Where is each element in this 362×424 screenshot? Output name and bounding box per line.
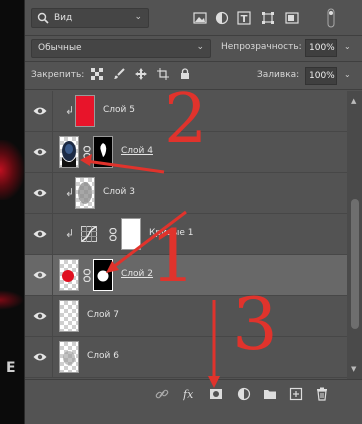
link-icon[interactable] bbox=[83, 146, 91, 159]
layer-row[interactable]: Слой 7 bbox=[25, 296, 347, 337]
type-filter-icon[interactable]: T bbox=[237, 11, 251, 25]
annotation-number-3: 3 bbox=[232, 282, 278, 366]
filter-kind-label: Вид bbox=[54, 13, 73, 23]
layer-thumbnail bbox=[75, 177, 95, 209]
link-icon[interactable] bbox=[83, 269, 91, 282]
layer-name: Слой 7 bbox=[87, 310, 119, 320]
scroll-down-icon[interactable]: ▼ bbox=[351, 365, 356, 373]
lock-move-icon[interactable] bbox=[135, 68, 147, 80]
eye-icon bbox=[33, 353, 47, 361]
layer-thumbnail bbox=[59, 136, 79, 168]
opacity-dropdown-icon[interactable]: ⌄ bbox=[344, 42, 351, 51]
fill-label: Заливка: bbox=[257, 70, 300, 80]
lock-label: Закрепить: bbox=[31, 70, 85, 80]
lock-all-icon[interactable] bbox=[179, 68, 191, 80]
layer-thumbnail bbox=[59, 300, 79, 332]
layer-thumbnail bbox=[75, 95, 95, 127]
scrollbar-thumb[interactable] bbox=[351, 199, 359, 329]
visibility-toggle[interactable] bbox=[25, 91, 53, 132]
layer-mask-thumbnail[interactable] bbox=[93, 259, 113, 291]
eye-icon bbox=[33, 230, 47, 238]
visibility-toggle[interactable] bbox=[25, 337, 53, 378]
layer-name: Слой 3 bbox=[103, 187, 135, 197]
layer-name: Слой 6 bbox=[87, 351, 119, 361]
adjustment-filter-icon[interactable] bbox=[215, 11, 229, 25]
fx-icon[interactable]: fx bbox=[183, 387, 197, 401]
opacity-label: Непрозрачность: bbox=[221, 42, 302, 52]
eye-icon bbox=[33, 189, 47, 197]
filter-kind-select[interactable]: Вид ⌄ bbox=[31, 8, 149, 28]
link-icon[interactable] bbox=[109, 228, 117, 241]
layer-mask-thumbnail[interactable] bbox=[93, 136, 113, 168]
layers-panel: Вид ⌄ T Обычные ⌄ Непрозрачность: 100% ⌄… bbox=[24, 0, 362, 424]
canvas-red-glow-2 bbox=[0, 290, 24, 310]
layer-name: Слой 5 bbox=[103, 105, 135, 115]
new-layer-icon[interactable] bbox=[289, 387, 303, 401]
svg-text:fx: fx bbox=[183, 388, 194, 401]
trash-icon[interactable] bbox=[315, 387, 329, 401]
visibility-toggle[interactable] bbox=[25, 173, 53, 214]
lock-paint-icon[interactable] bbox=[113, 68, 125, 80]
layer-name: Слой 4 bbox=[121, 146, 153, 156]
clipping-arrow-icon: ↲ bbox=[65, 227, 75, 240]
visibility-toggle[interactable] bbox=[25, 132, 53, 173]
fill-input[interactable]: 100% bbox=[305, 67, 337, 85]
eye-icon bbox=[33, 148, 47, 156]
eye-icon bbox=[33, 312, 47, 320]
shape-filter-icon[interactable] bbox=[261, 11, 275, 25]
annotation-number-2: 2 bbox=[164, 80, 208, 159]
layer-name: Слой 2 bbox=[121, 269, 153, 279]
lock-pixels-icon[interactable] bbox=[91, 68, 103, 80]
layers-toolbar: fx bbox=[25, 379, 362, 424]
clipping-arrow-icon: ↲ bbox=[65, 104, 75, 117]
layer-row[interactable]: ↲ Слой 3 bbox=[25, 173, 347, 214]
annotation-number-1: 1 bbox=[150, 214, 196, 298]
chevron-down-icon: ⌄ bbox=[134, 12, 142, 22]
layer-row[interactable]: Слой 6 bbox=[25, 337, 347, 378]
eye-icon bbox=[33, 271, 47, 279]
svg-text:T: T bbox=[241, 14, 248, 25]
blend-mode-select[interactable]: Обычные ⌄ bbox=[31, 39, 211, 58]
canvas-letter: E bbox=[6, 360, 16, 376]
lock-artboard-icon[interactable] bbox=[157, 68, 169, 80]
filter-toggle-icon[interactable] bbox=[327, 8, 335, 28]
layer-thumbnail bbox=[59, 259, 79, 291]
layers-scrollbar[interactable]: ▲ ▼ bbox=[347, 91, 362, 379]
clipping-arrow-icon: ↲ bbox=[65, 186, 75, 199]
canvas-red-glow bbox=[0, 140, 24, 200]
adjustment-icon[interactable] bbox=[237, 387, 251, 401]
mask-icon[interactable] bbox=[209, 387, 223, 401]
visibility-toggle[interactable] bbox=[25, 255, 53, 296]
document-canvas-edge: E bbox=[0, 0, 24, 424]
link-layers-icon[interactable] bbox=[155, 387, 169, 401]
smart-object-filter-icon[interactable] bbox=[285, 11, 299, 25]
layer-filter-row: Вид ⌄ T bbox=[25, 0, 362, 36]
visibility-toggle[interactable] bbox=[25, 214, 53, 255]
fill-dropdown-icon[interactable]: ⌄ bbox=[344, 70, 351, 79]
curves-adjustment-icon bbox=[81, 226, 97, 242]
image-filter-icon[interactable] bbox=[193, 11, 207, 25]
visibility-toggle[interactable] bbox=[25, 296, 53, 337]
blend-mode-value: Обычные bbox=[38, 43, 82, 53]
folder-icon[interactable] bbox=[263, 387, 277, 401]
layer-mask-thumbnail[interactable] bbox=[121, 218, 141, 250]
eye-icon bbox=[33, 107, 47, 115]
scroll-up-icon[interactable]: ▲ bbox=[351, 97, 356, 105]
layer-thumbnail bbox=[59, 341, 79, 373]
chevron-down-icon: ⌄ bbox=[196, 42, 204, 52]
search-icon bbox=[37, 12, 49, 24]
opacity-input[interactable]: 100% bbox=[305, 39, 337, 57]
